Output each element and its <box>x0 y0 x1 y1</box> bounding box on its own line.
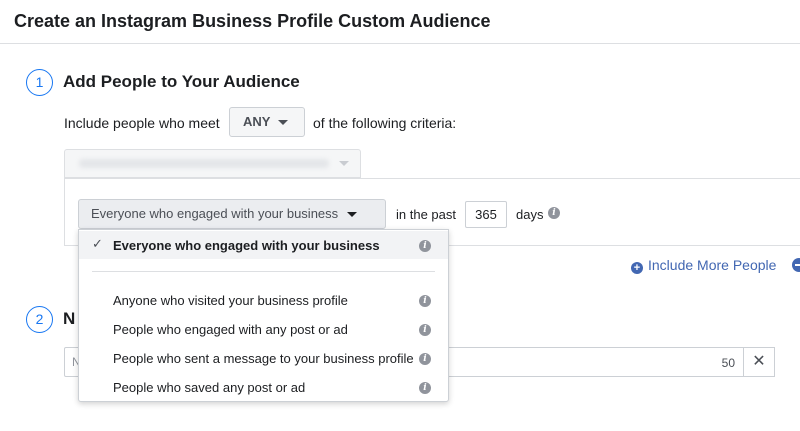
source-select-blurred[interactable] <box>64 149 361 178</box>
dropdown-option[interactable]: Anyone who visited your business profile… <box>79 286 448 314</box>
criteria-prefix-text: Include people who meet <box>64 115 220 131</box>
dropdown-divider <box>92 271 435 272</box>
caret-down-icon <box>278 120 289 126</box>
dropdown-option-label: Everyone who engaged with your business <box>113 238 380 253</box>
exclude-circle-icon[interactable] <box>792 258 800 272</box>
engagement-type-select[interactable]: Everyone who engaged with your business <box>78 199 386 229</box>
info-icon[interactable]: i <box>419 353 431 365</box>
include-more-people-link[interactable]: + Include More People <box>631 257 776 274</box>
dropdown-option-label: People who sent a message to your busine… <box>113 351 414 366</box>
info-icon[interactable]: i <box>419 295 431 307</box>
in-the-past-text: in the past <box>396 207 456 222</box>
dropdown-option[interactable]: People who saved any post or ad i <box>79 373 448 401</box>
step-1-number: 1 <box>26 69 53 96</box>
info-icon[interactable]: i <box>419 240 431 252</box>
dropdown-option-label: Anyone who visited your business profile <box>113 293 348 308</box>
retention-days-input[interactable] <box>465 201 507 228</box>
include-more-people-label: Include More People <box>648 257 777 273</box>
match-any-select[interactable]: ANY <box>229 107 305 137</box>
page-title: Create an Instagram Business Profile Cus… <box>14 11 491 31</box>
info-icon[interactable]: i <box>419 324 431 336</box>
step-2-number: 2 <box>26 306 53 333</box>
dropdown-option-label: People who saved any post or ad <box>113 380 306 395</box>
char-count: 50 <box>721 356 735 370</box>
dropdown-option[interactable]: People who sent a message to your busine… <box>79 344 448 372</box>
step-1-title: Add People to Your Audience <box>63 72 300 91</box>
criteria-suffix-text: of the following criteria: <box>313 115 457 131</box>
blurred-source-name <box>79 159 329 168</box>
dropdown-option-label: People who engaged with any post or ad <box>113 322 348 337</box>
dropdown-option-selected[interactable]: ✓ Everyone who engaged with your busines… <box>79 231 448 259</box>
page-header: Create an Instagram Business Profile Cus… <box>0 0 800 44</box>
check-icon: ✓ <box>92 236 103 251</box>
match-any-label: ANY <box>243 114 271 129</box>
days-label: days <box>516 207 544 222</box>
engagement-type-label: Everyone who engaged with your business <box>91 206 339 221</box>
info-icon[interactable]: i <box>548 207 560 219</box>
caret-down-icon <box>339 161 349 166</box>
info-icon[interactable]: i <box>419 382 431 394</box>
step-2-title: N <box>63 309 76 328</box>
caret-down-icon <box>347 212 358 218</box>
clear-name-button[interactable]: ✕ <box>743 347 775 377</box>
dropdown-option[interactable]: People who engaged with any post or ad i <box>79 315 448 343</box>
plus-circle-icon: + <box>631 262 643 274</box>
engagement-type-dropdown: ✓ Everyone who engaged with your busines… <box>78 229 449 402</box>
